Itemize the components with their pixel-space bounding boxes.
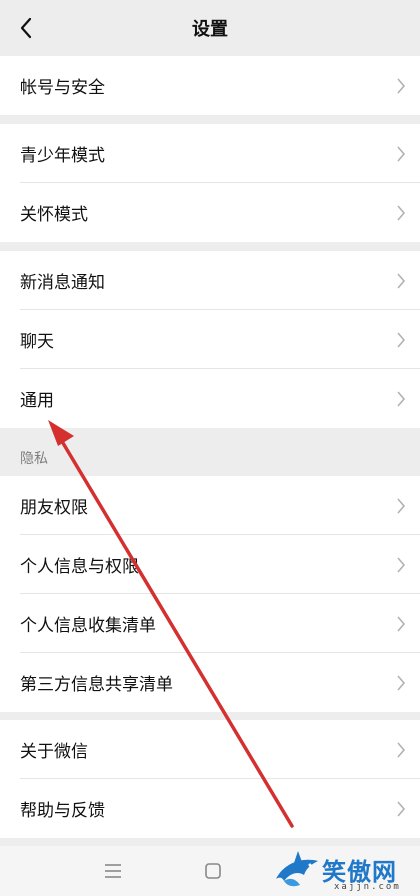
settings-item-teen-mode[interactable]: 青少年模式 [0, 124, 420, 183]
settings-item-about-wechat[interactable]: 关于微信 [0, 720, 420, 779]
item-label: 新消息通知 [20, 273, 105, 293]
settings-item-general[interactable]: 通用 [0, 369, 420, 428]
settings-item-friend-permissions[interactable]: 朋友权限 [0, 476, 420, 535]
item-label: 朋友权限 [20, 498, 88, 518]
chevron-left-icon [20, 17, 32, 39]
back-button[interactable] [12, 14, 40, 42]
item-label: 通用 [20, 391, 54, 411]
watermark-domain: xajjn.com [334, 882, 401, 892]
about-section: 关于微信 帮助与反馈 [0, 720, 420, 838]
item-label: 关怀模式 [20, 205, 88, 225]
page-title: 设置 [192, 19, 228, 40]
general-section: 新消息通知 聊天 通用 [0, 251, 420, 428]
item-label: 帐号与安全 [20, 78, 105, 98]
watermark-logo: 笑傲网 xajjn.com [270, 846, 420, 896]
item-label: 青少年模式 [20, 146, 105, 166]
account-section: 帐号与安全 [0, 56, 420, 115]
chevron-right-icon [397, 204, 406, 221]
chevron-right-icon [397, 741, 406, 758]
item-label: 个人信息与权限 [20, 557, 139, 577]
settings-item-care-mode[interactable]: 关怀模式 [0, 183, 420, 242]
chevron-right-icon [397, 272, 406, 289]
settings-item-new-message-notifications[interactable]: 新消息通知 [0, 251, 420, 310]
privacy-section-header: 隐私 [20, 451, 48, 467]
item-label: 帮助与反馈 [20, 801, 105, 821]
chevron-right-icon [397, 615, 406, 632]
home-square-icon [205, 863, 221, 879]
settings-item-personal-info-permissions[interactable]: 个人信息与权限 [0, 535, 420, 594]
modes-section: 青少年模式 关怀模式 [0, 124, 420, 242]
settings-item-help-feedback[interactable]: 帮助与反馈 [0, 779, 420, 838]
menu-button[interactable] [100, 858, 126, 884]
home-button[interactable] [200, 858, 226, 884]
item-label: 聊天 [20, 332, 54, 352]
privacy-section: 朋友权限 个人信息与权限 个人信息收集清单 第三方信息共享清单 [0, 476, 420, 712]
settings-item-chat[interactable]: 聊天 [0, 310, 420, 369]
shark-logo-icon [276, 851, 318, 887]
menu-icon [105, 864, 121, 878]
chevron-right-icon [397, 331, 406, 348]
chevron-right-icon [397, 556, 406, 573]
settings-item-personal-info-collection[interactable]: 个人信息收集清单 [0, 594, 420, 653]
chevron-right-icon [397, 390, 406, 407]
chevron-right-icon [397, 497, 406, 514]
settings-item-third-party-sharing[interactable]: 第三方信息共享清单 [0, 653, 420, 712]
chevron-right-icon [397, 674, 406, 691]
item-label: 关于微信 [20, 742, 88, 762]
chevron-right-icon [397, 145, 406, 162]
chevron-right-icon [397, 800, 406, 817]
item-label: 个人信息收集清单 [20, 616, 156, 636]
item-label: 第三方信息共享清单 [20, 675, 173, 695]
settings-item-account-security[interactable]: 帐号与安全 [0, 56, 420, 115]
top-bar: 设置 [0, 0, 420, 56]
chevron-right-icon [397, 77, 406, 94]
